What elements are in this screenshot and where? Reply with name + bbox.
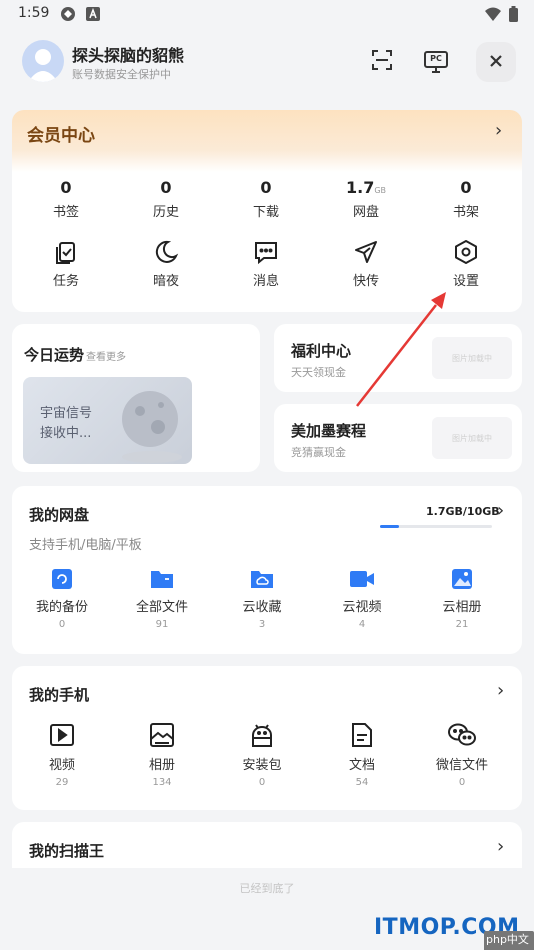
watermark-badge: php中文网 <box>484 931 534 950</box>
annotation-arrow <box>356 292 446 407</box>
